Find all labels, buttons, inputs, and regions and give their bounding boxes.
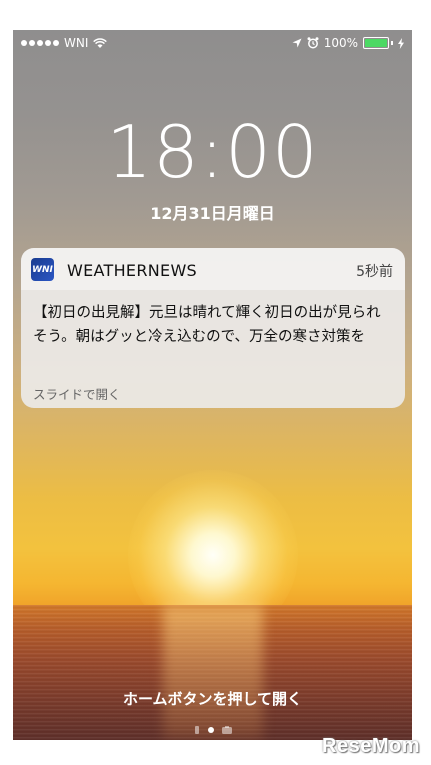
wifi-icon: [93, 37, 108, 48]
notification-body: 【初日の出見解】元旦は晴れて輝く初日の出が見られそう。朝はグッと冷え込むので、万…: [33, 305, 381, 345]
notification-header: WNI WEATHERNEWS 5秒前: [21, 248, 405, 290]
camera-icon: [221, 726, 232, 734]
lock-date: 12月31日月曜日: [150, 204, 275, 223]
status-bar: WNI 100%: [13, 30, 412, 56]
location-arrow-icon: [292, 38, 302, 48]
weathernews-app-icon: WNI: [31, 258, 54, 281]
battery-percent: 100%: [323, 36, 358, 50]
alarm-clock-icon: [307, 37, 319, 49]
battery-icon: [363, 37, 389, 49]
signal-strength-icon: [21, 40, 59, 46]
lock-screen: WNI 100% 18:00 12月31日月曜日 WNI WEATHERNEWS…: [13, 30, 412, 740]
slide-to-open-hint[interactable]: スライドで開く: [33, 384, 121, 403]
resemom-watermark: ReseMom: [322, 735, 420, 757]
carrier-name: WNI: [64, 36, 89, 50]
notification-time: 5秒前: [356, 264, 393, 280]
weather-notification[interactable]: WNI WEATHERNEWS 5秒前 【初日の出見解】元旦は晴れて輝く初日の出…: [21, 248, 405, 408]
page-indicator[interactable]: [13, 726, 412, 734]
page-dot-current: [207, 727, 214, 733]
sun-reflection: [163, 605, 263, 740]
flashlight-icon: [194, 726, 199, 734]
charging-bolt-icon: [398, 37, 404, 49]
notification-app-name: WEATHERNEWS: [67, 261, 198, 280]
home-button-hint: ホームボタンを押して開く: [122, 690, 303, 708]
lock-clock: 18:00: [106, 110, 319, 194]
battery-tip: [391, 41, 393, 45]
